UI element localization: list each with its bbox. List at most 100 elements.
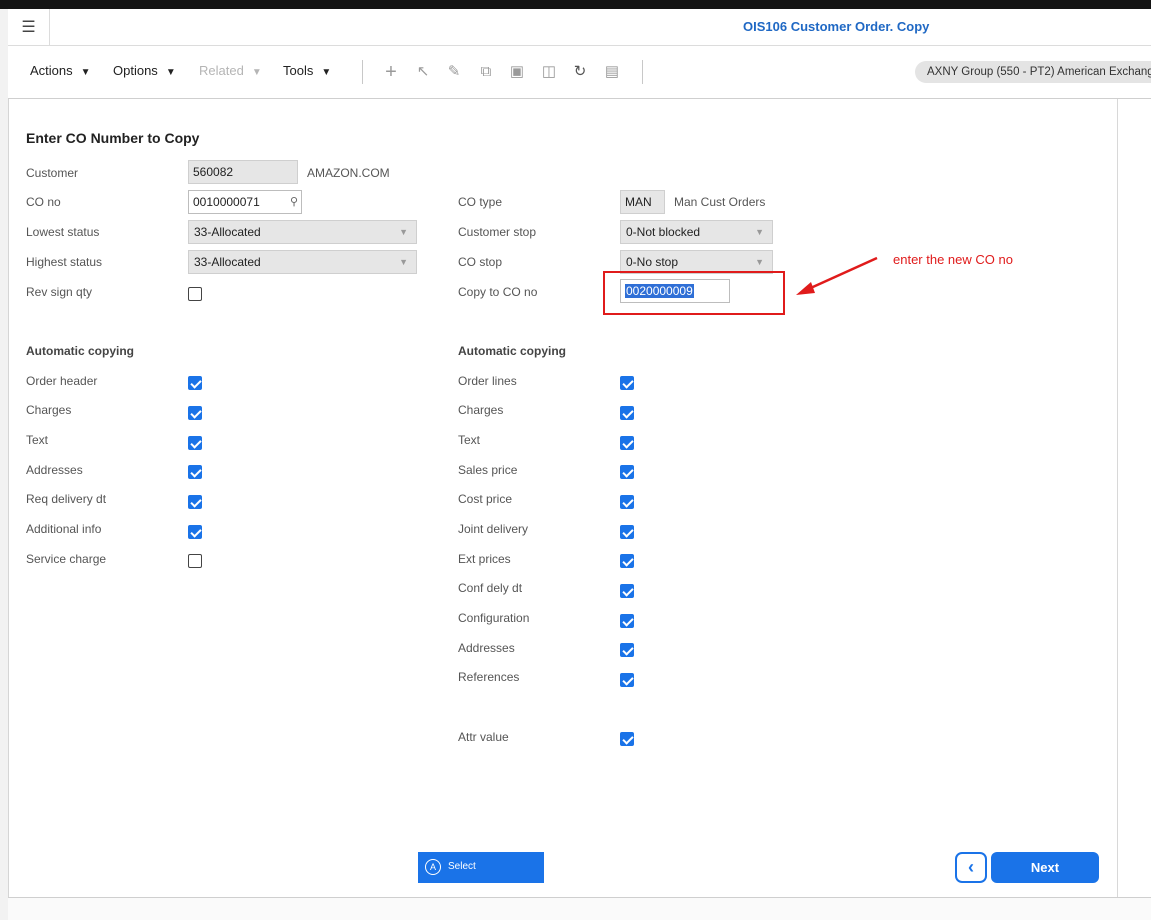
related-menu[interactable]: Related ▼ bbox=[199, 63, 262, 78]
delete-icon[interactable]: ◫ bbox=[539, 62, 559, 82]
select-button-label: Select bbox=[448, 861, 476, 872]
highest-status-select[interactable]: 33-Allocated ▼ bbox=[188, 250, 417, 274]
ext-prices-checkbox[interactable] bbox=[620, 554, 634, 568]
order-header-checkbox[interactable] bbox=[188, 376, 202, 390]
content-border bbox=[1117, 99, 1118, 897]
copy-option-label: Sales price bbox=[458, 463, 518, 477]
actions-label: Actions bbox=[30, 63, 73, 78]
page-header: ☰ OIS106 Customer Order. Copy bbox=[8, 9, 1151, 46]
chevron-down-icon: ▼ bbox=[80, 67, 91, 78]
options-label: Options bbox=[113, 63, 158, 78]
co-stop-label: CO stop bbox=[458, 255, 503, 269]
highest-status-value: 33-Allocated bbox=[194, 255, 261, 269]
charges-checkbox[interactable] bbox=[620, 406, 634, 420]
copy-option-label: Joint delivery bbox=[458, 522, 529, 536]
form-title: Enter CO Number to Copy bbox=[26, 130, 200, 146]
copy-option-label: Service charge bbox=[26, 552, 107, 566]
left-edge-panel bbox=[0, 9, 9, 920]
customer-field: 560082 bbox=[188, 160, 298, 184]
hamburger-icon: ☰ bbox=[21, 19, 36, 36]
chevron-down-icon: ▼ bbox=[399, 227, 408, 237]
right-copy-heading: Automatic copying bbox=[458, 344, 567, 358]
settings-icon[interactable]: ▤ bbox=[602, 62, 622, 82]
additional-info-checkbox[interactable] bbox=[188, 525, 202, 539]
select-button[interactable]: A Select bbox=[418, 852, 544, 883]
co-no-field[interactable]: 0010000071 ⚲ bbox=[188, 190, 302, 214]
copy-option-label: Charges bbox=[458, 403, 504, 417]
highest-status-label: Highest status bbox=[26, 255, 103, 269]
joint-delivery-checkbox[interactable] bbox=[620, 525, 634, 539]
cost-price-checkbox[interactable] bbox=[620, 495, 634, 509]
copy-option-label: Attr value bbox=[458, 730, 509, 744]
hamburger-menu-button[interactable]: ☰ bbox=[8, 9, 50, 45]
copy-option-label: Conf dely dt bbox=[458, 581, 523, 595]
chevron-down-icon: ▼ bbox=[755, 257, 764, 267]
copy-to-co-no-label: Copy to CO no bbox=[458, 285, 538, 299]
co-no-value: 0010000071 bbox=[193, 195, 260, 209]
add-icon[interactable]: + bbox=[381, 62, 401, 82]
conf-dely-dt-checkbox[interactable] bbox=[620, 584, 634, 598]
attr-value-checkbox[interactable] bbox=[620, 732, 634, 746]
copy-option-label: References bbox=[458, 670, 520, 684]
references-checkbox[interactable] bbox=[620, 673, 634, 687]
lowest-status-label: Lowest status bbox=[26, 225, 100, 239]
refresh-icon[interactable]: ↻ bbox=[570, 62, 590, 82]
chevron-down-icon: ▼ bbox=[321, 67, 332, 78]
chevron-down-icon: ▼ bbox=[251, 67, 262, 78]
req-delivery-dt-checkbox[interactable] bbox=[188, 495, 202, 509]
copy-option-label: Cost price bbox=[458, 492, 513, 506]
service-charge-checkbox[interactable] bbox=[188, 554, 202, 568]
co-no-label: CO no bbox=[26, 195, 61, 209]
customer-name: AMAZON.COM bbox=[307, 166, 390, 180]
top-window-bar bbox=[0, 0, 1151, 9]
chevron-left-icon: ‹ bbox=[968, 857, 974, 877]
sales-price-checkbox[interactable] bbox=[620, 465, 634, 479]
toolbar-divider bbox=[642, 60, 643, 84]
copy-option-label: Charges bbox=[26, 403, 72, 417]
addresses-checkbox[interactable] bbox=[620, 643, 634, 657]
charges-checkbox[interactable] bbox=[188, 406, 202, 420]
co-type-label: CO type bbox=[458, 195, 503, 209]
display-icon[interactable]: ▣ bbox=[507, 62, 527, 82]
left-copy-heading: Automatic copying bbox=[26, 344, 135, 358]
configuration-checkbox[interactable] bbox=[620, 614, 634, 628]
tools-menu[interactable]: Tools ▼ bbox=[283, 63, 331, 78]
rev-sign-qty-label: Rev sign qty bbox=[26, 285, 93, 299]
copy-option-label: Additional info bbox=[26, 522, 102, 536]
co-stop-value: 0-No stop bbox=[626, 255, 679, 269]
copy-option-label: Text bbox=[458, 433, 481, 447]
annotation-highlight-box bbox=[603, 271, 785, 315]
chevron-down-icon: ▼ bbox=[755, 227, 764, 237]
copy-option-label: Ext prices bbox=[458, 552, 511, 566]
copy-option-label: Order lines bbox=[458, 374, 517, 388]
co-type-field: MAN bbox=[620, 190, 665, 214]
company-division-badge[interactable]: AXNY Group (550 - PT2) American Exchange bbox=[915, 61, 1151, 83]
lowest-status-select[interactable]: 33-Allocated ▼ bbox=[188, 220, 417, 244]
options-menu[interactable]: Options ▼ bbox=[113, 63, 176, 78]
co-type-description: Man Cust Orders bbox=[674, 195, 766, 209]
edit-icon[interactable]: ✎ bbox=[444, 62, 464, 82]
copy-option-label: Configuration bbox=[458, 611, 530, 625]
search-icon[interactable]: ⚲ bbox=[290, 191, 298, 213]
order-lines-checkbox[interactable] bbox=[620, 376, 634, 390]
select-icon[interactable]: ↖ bbox=[413, 62, 433, 82]
customer-label: Customer bbox=[26, 166, 79, 180]
customer-stop-select[interactable]: 0-Not blocked ▼ bbox=[620, 220, 773, 244]
copy-icon[interactable]: ⧉ bbox=[476, 62, 496, 82]
select-key-icon: A bbox=[425, 859, 441, 875]
chevron-down-icon: ▼ bbox=[165, 67, 176, 78]
actions-menu[interactable]: Actions ▼ bbox=[30, 63, 91, 78]
addresses-checkbox[interactable] bbox=[188, 465, 202, 479]
toolbar-divider bbox=[362, 60, 363, 84]
copy-option-label: Addresses bbox=[26, 463, 83, 477]
tools-label: Tools bbox=[283, 63, 314, 78]
related-label: Related bbox=[199, 63, 244, 78]
rev-sign-qty-checkbox[interactable] bbox=[188, 287, 202, 301]
next-button[interactable]: Next bbox=[991, 852, 1099, 883]
back-button[interactable]: ‹ bbox=[955, 852, 987, 883]
copy-option-label: Order header bbox=[26, 374, 98, 388]
chevron-down-icon: ▼ bbox=[399, 257, 408, 267]
text-checkbox[interactable] bbox=[188, 436, 202, 450]
copy-option-label: Text bbox=[26, 433, 49, 447]
text-checkbox[interactable] bbox=[620, 436, 634, 450]
